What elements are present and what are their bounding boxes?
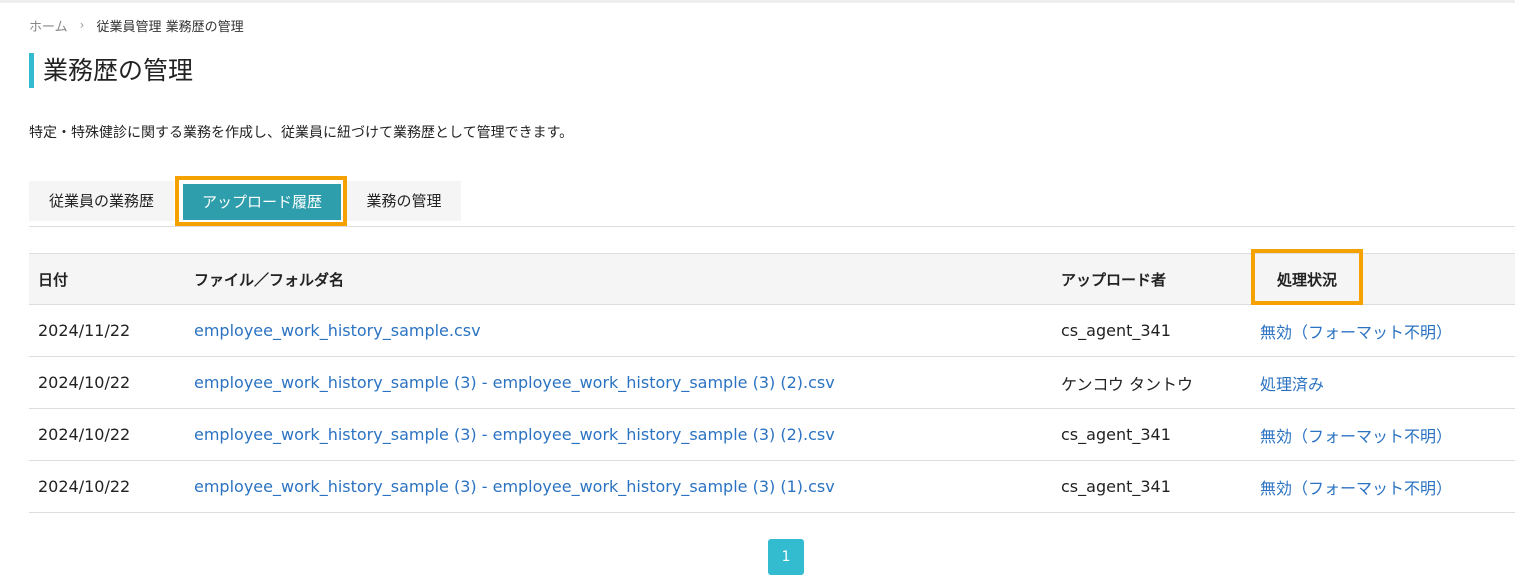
cell-uploader: ケンコウ タントウ <box>1052 356 1251 409</box>
table-row: 2024/11/22 employee_work_history_sample.… <box>29 304 1515 357</box>
cell-uploader: cs_agent_341 <box>1052 408 1251 461</box>
cell-status: 無効（フォーマット不明） <box>1251 460 1515 513</box>
tab-employee-work-history[interactable]: 従業員の業務歴 <box>29 181 174 221</box>
header-uploader: アップロード者 <box>1052 253 1251 305</box>
table-row: 2024/10/22 employee_work_history_sample … <box>29 460 1515 513</box>
cell-uploader: cs_agent_341 <box>1052 460 1251 513</box>
cell-file: employee_work_history_sample (3) - emplo… <box>185 356 1052 409</box>
header-file-name: ファイル／フォルダ名 <box>185 253 1052 305</box>
status-link[interactable]: 処理済み <box>1260 375 1324 394</box>
cell-file: employee_work_history_sample (3) - emplo… <box>185 460 1052 513</box>
file-link[interactable]: employee_work_history_sample (3) - emplo… <box>194 477 835 496</box>
cell-date: 2024/10/22 <box>29 356 185 409</box>
top-border <box>0 0 1515 3</box>
table-row: 2024/10/22 employee_work_history_sample … <box>29 356 1515 409</box>
cell-status: 無効（フォーマット不明） <box>1251 408 1515 461</box>
tab-bar: 従業員の業務歴 アップロード履歴 業務の管理 <box>29 176 1515 227</box>
breadcrumb-home-link[interactable]: ホーム <box>29 16 68 35</box>
file-link[interactable]: employee_work_history_sample.csv <box>194 321 481 340</box>
cell-status: 処理済み <box>1251 356 1515 409</box>
cell-date: 2024/10/22 <box>29 408 185 461</box>
file-link[interactable]: employee_work_history_sample (3) - emplo… <box>194 373 835 392</box>
tab-task-management[interactable]: 業務の管理 <box>347 181 461 221</box>
header-status-label: 処理状況 <box>1277 270 1338 289</box>
chevron-right-icon: › <box>79 18 85 32</box>
cell-uploader: cs_agent_341 <box>1052 304 1251 357</box>
page-description: 特定・特殊健診に関する業務を作成し、従業員に紐づけて業務歴として管理できます。 <box>29 125 574 141</box>
cell-file: employee_work_history_sample (3) - emplo… <box>185 408 1052 461</box>
status-link[interactable]: 無効（フォーマット不明） <box>1260 323 1452 342</box>
page-title: 業務歴の管理 <box>29 53 193 88</box>
status-link[interactable]: 無効（フォーマット不明） <box>1260 427 1452 446</box>
status-link[interactable]: 無効（フォーマット不明） <box>1260 479 1452 498</box>
file-link[interactable]: employee_work_history_sample (3) - emplo… <box>194 425 835 444</box>
cell-date: 2024/10/22 <box>29 460 185 513</box>
upload-history-table: 日付 ファイル／フォルダ名 アップロード者 処理状況 2024/11/22 em… <box>29 249 1515 513</box>
pagination-page-1[interactable]: 1 <box>768 539 804 575</box>
breadcrumb: ホーム › 従業員管理 業務歴の管理 <box>29 16 244 35</box>
cell-file: employee_work_history_sample.csv <box>185 304 1052 357</box>
table-header-row: 日付 ファイル／フォルダ名 アップロード者 処理状況 <box>29 249 1515 305</box>
cell-status: 無効（フォーマット不明） <box>1251 304 1515 357</box>
cell-date: 2024/11/22 <box>29 304 185 357</box>
header-date: 日付 <box>29 253 185 305</box>
breadcrumb-current: 従業員管理 業務歴の管理 <box>96 19 244 35</box>
table-row: 2024/10/22 employee_work_history_sample … <box>29 408 1515 461</box>
tab-upload-history[interactable]: アップロード履歴 <box>183 184 341 220</box>
header-status: 処理状況 <box>1251 249 1515 305</box>
